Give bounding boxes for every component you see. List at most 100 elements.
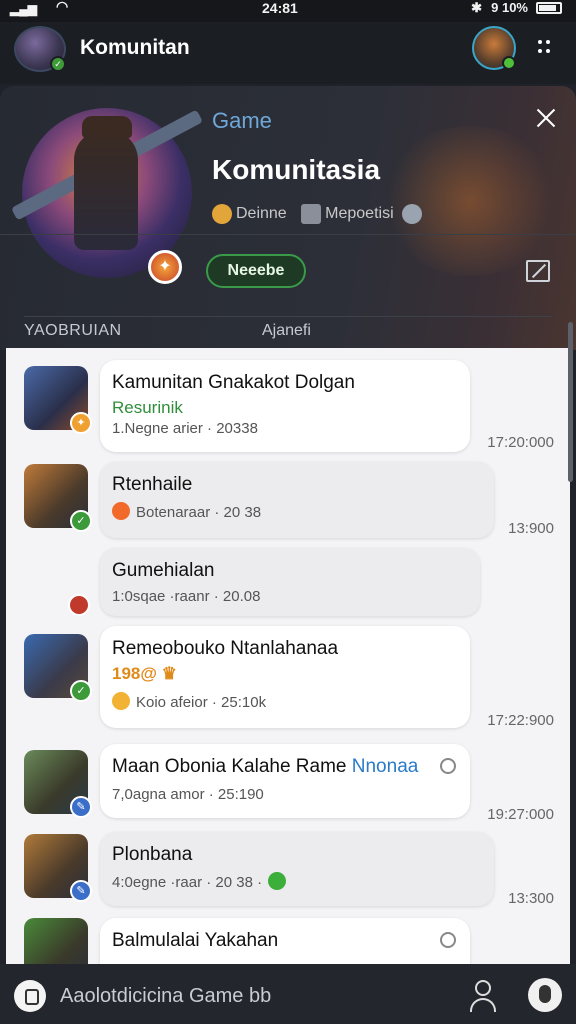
community-meta: Deinne Mepoetisi — [212, 204, 426, 224]
item-badge-icon: ✎ — [70, 796, 92, 818]
expand-icon[interactable] — [526, 260, 550, 282]
list-item[interactable]: ✓ Rtenhaile Botenaraar · 20 38 13:900 — [6, 462, 570, 542]
pin-icon[interactable] — [440, 932, 456, 948]
tabs-divider — [24, 316, 552, 317]
item-title-text: Maan Obonia Kalahe Rame — [112, 756, 347, 777]
item-time: 17:20:000 — [487, 434, 554, 451]
profile-icon[interactable] — [468, 980, 498, 1012]
item-title: Gumehialan — [112, 560, 215, 581]
signal-icon: ▂▄▆ — [10, 2, 37, 16]
message-bubble[interactable]: Maan Obonia Kalahe Rame Nnonaa 7,0agna a… — [100, 744, 470, 818]
join-pill-label: Neeebe — [227, 262, 285, 279]
item-title: Remeobouko Ntanlahanaa — [112, 638, 339, 659]
bluetooth-icon: ✱ — [471, 0, 482, 15]
status-time: 24:81 — [262, 0, 298, 16]
top-app-bar: ✓ Komunitan — [0, 22, 576, 84]
status-bar: ▂▄▆ ◠ 24:81 ✱ 9 10% — [0, 0, 576, 22]
message-input[interactable] — [60, 976, 500, 1016]
pin-icon[interactable] — [440, 758, 456, 774]
members-icon — [301, 204, 322, 224]
composer-bar — [0, 964, 576, 1024]
item-time: 19:27:000 — [487, 806, 554, 823]
scrollbar[interactable] — [568, 322, 573, 482]
item-meta: 4:0egne ·raar · 20 38 · — [112, 872, 292, 891]
verified-badge-icon: ✓ — [50, 56, 66, 72]
message-bubble[interactable]: Gumehialan 1:0sqae ·raanr · 20.08 — [100, 548, 480, 616]
item-time: 17:22:900 — [487, 712, 554, 729]
item-avatar: ✦ — [24, 366, 92, 434]
item-title: Kamunitan Gnakakot Dolgan — [112, 372, 355, 393]
item-meta: 1:0sqae ·raanr · 20.08 — [112, 588, 261, 605]
item-avatar — [24, 918, 88, 964]
join-pill-button[interactable]: Neeebe — [206, 254, 306, 288]
community-hero-image: ✦ — [11, 108, 203, 284]
emoji-icon — [112, 502, 130, 520]
community-name: Komunitasia — [212, 154, 381, 185]
list-item[interactable]: ✓ Remeobouko Ntanlahanaa 198@ ♛ Koio afe… — [6, 626, 570, 734]
profile-head — [475, 980, 491, 996]
hero-figure — [74, 130, 138, 250]
item-meta-text: Botenaraar · 20 38 — [136, 504, 262, 521]
item-title: Maan Obonia Kalahe Rame Nnonaa — [112, 756, 418, 778]
item-meta: Koio afeior · 25:10k — [112, 692, 266, 711]
header-divider — [0, 234, 576, 235]
sun-icon — [212, 204, 232, 224]
list-item[interactable]: Gumehialan 1:0sqae ·raanr · 20.08 — [6, 548, 570, 620]
tab-left[interactable]: YAOBRUIAN — [24, 322, 122, 340]
list-item[interactable]: ✎ Plonbana 4:0egne ·raar · 20 38 · 13:30… — [6, 832, 570, 912]
community-header: ✦ Game Komunitasia Deinne Mepoetisi Neee… — [0, 86, 576, 350]
online-status-icon — [502, 56, 516, 70]
message-bubble[interactable]: Plonbana 4:0egne ·raar · 20 38 · — [100, 832, 494, 906]
message-list[interactable]: ✦ Kamunitan Gnakakot Dolgan Resurinik 1.… — [6, 348, 570, 964]
message-bubble[interactable]: Kamunitan Gnakakot Dolgan Resurinik 1.Ne… — [100, 360, 470, 452]
item-subtitle: Resurinik — [112, 398, 183, 417]
item-badge-icon — [68, 594, 90, 616]
item-title: Plonbana — [112, 844, 193, 865]
item-time: 13:900 — [508, 520, 554, 537]
item-title: Rtenhaile — [112, 474, 193, 495]
item-badge-icon: ✓ — [70, 680, 92, 702]
item-meta: Botenaraar · 20 38 — [112, 502, 261, 521]
item-badge-icon: ✓ — [70, 510, 92, 532]
item-subtitle: 198@ ♛ — [112, 664, 177, 683]
item-meta: 1.Negne arier · 20338 — [112, 420, 258, 437]
profile-body — [470, 998, 496, 1012]
item-meta-text: Koio afeior · 25:10k — [136, 694, 267, 711]
item-avatar: ✎ — [24, 750, 92, 818]
item-avatar: ✓ — [24, 464, 92, 532]
item-meta-text: 4:0egne ·raar · 20 38 · — [112, 874, 263, 891]
user-avatar[interactable] — [472, 26, 516, 70]
item-meta: 7,0agna amor · 25:190 — [112, 786, 264, 803]
header-background-glow — [380, 126, 560, 276]
close-icon[interactable] — [534, 106, 558, 130]
item-avatar: ✓ — [24, 634, 92, 702]
app-title: Komunitan — [80, 36, 190, 59]
item-avatar: ✎ — [24, 834, 92, 902]
item-badge-icon: ✎ — [70, 880, 92, 902]
list-item[interactable]: ✎ Maan Obonia Kalahe Rame Nnonaa 7,0agna… — [6, 744, 570, 826]
emoji-icon — [112, 692, 130, 710]
item-title: Balmulalai Yakahan — [112, 930, 279, 951]
globe-icon — [402, 204, 423, 224]
item-badge-icon: ✦ — [70, 412, 92, 434]
wifi-icon: ◠ — [56, 0, 69, 14]
battery-percent: 9 10% — [491, 0, 528, 15]
item-title-accent: Nnonaa — [351, 756, 419, 777]
emblem-icon: ✦ — [148, 250, 182, 284]
message-bubble[interactable]: Rtenhaile Botenaraar · 20 38 — [100, 462, 494, 538]
meta-one: Deinne — [236, 205, 287, 223]
message-bubble[interactable]: Balmulalai Yakahan — [100, 918, 470, 964]
community-avatar[interactable]: ✓ — [14, 26, 66, 72]
battery-icon — [536, 2, 562, 14]
more-options-icon[interactable] — [538, 40, 552, 56]
list-item[interactable]: ✦ Kamunitan Gnakakot Dolgan Resurinik 1.… — [6, 360, 570, 456]
microphone-icon[interactable] — [528, 978, 562, 1012]
tab-right[interactable]: Ajanefi — [262, 322, 311, 340]
message-bubble[interactable]: Remeobouko Ntanlahanaa 198@ ♛ Koio afeio… — [100, 626, 470, 728]
item-time: 13:300 — [508, 890, 554, 907]
meta-two: Mepoetisi — [325, 205, 394, 223]
online-dot-icon — [268, 872, 287, 890]
camera-icon[interactable] — [14, 980, 46, 1012]
category-label: Game — [212, 108, 272, 133]
list-item[interactable]: Balmulalai Yakahan — [6, 918, 570, 964]
